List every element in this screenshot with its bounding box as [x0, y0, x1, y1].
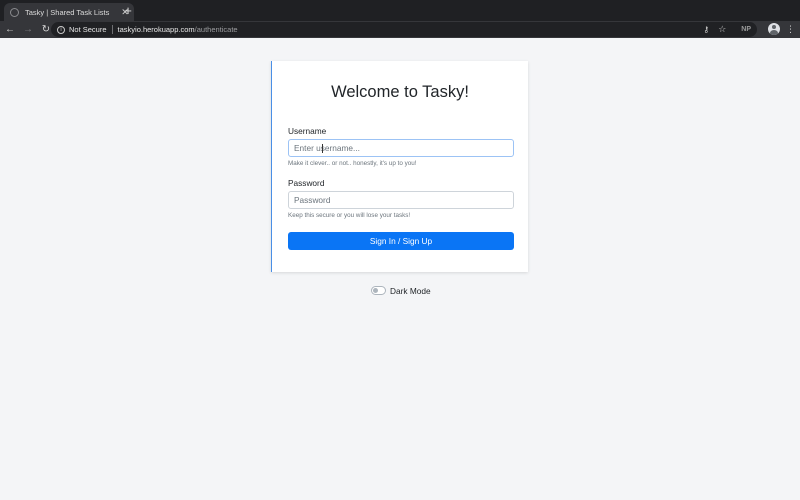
dark-mode-label: Dark Mode: [390, 285, 431, 296]
sign-in-button[interactable]: Sign In / Sign Up: [288, 232, 514, 250]
browser-tabstrip: Tasky | Shared Task Lists ✕ +: [0, 0, 800, 21]
browser-menu-icon[interactable]: ⋮: [786, 22, 795, 36]
divider: [111, 25, 113, 34]
toggle-knob: [373, 288, 378, 293]
text-cursor-icon: [322, 144, 323, 153]
browser-tab[interactable]: Tasky | Shared Task Lists ✕: [4, 3, 134, 21]
password-help-text: Keep this secure or you will lose your t…: [288, 212, 411, 219]
toggle-switch[interactable]: [371, 286, 386, 295]
key-icon[interactable]: ⚷: [703, 25, 709, 34]
url-path: /authenticate: [194, 25, 238, 34]
favicon-icon: [10, 7, 19, 17]
username-help-text: Make it clever.. or not.. honestly, it's…: [288, 160, 417, 167]
address-bar-actions: ⚷ ☆ NP: [703, 22, 751, 37]
bookmark-star-icon[interactable]: ☆: [718, 24, 726, 35]
dark-mode-toggle[interactable]: Dark Mode: [371, 285, 431, 296]
new-tab-button[interactable]: +: [121, 4, 135, 18]
security-status: Not Secure: [69, 25, 107, 34]
forward-button[interactable]: →: [20, 22, 36, 38]
password-input[interactable]: [288, 191, 514, 209]
tab-title: Tasky | Shared Task Lists: [25, 7, 110, 17]
extension-icon[interactable]: NP: [741, 26, 751, 33]
url-host: taskyio.herokuapp.com: [117, 25, 195, 34]
username-label: Username: [288, 126, 327, 136]
profile-avatar-icon[interactable]: [768, 23, 780, 35]
back-button[interactable]: ←: [2, 22, 18, 38]
login-card: Welcome to Tasky! Username Make it cleve…: [271, 61, 528, 272]
info-icon[interactable]: i: [57, 25, 65, 34]
browser-toolbar: ← → ↻ i Not Secure taskyio.herokuapp.com…: [0, 21, 800, 38]
page-title: Welcome to Tasky!: [331, 83, 469, 101]
address-bar[interactable]: i Not Secure taskyio.herokuapp.com /auth…: [51, 22, 757, 37]
password-label: Password: [288, 178, 325, 188]
